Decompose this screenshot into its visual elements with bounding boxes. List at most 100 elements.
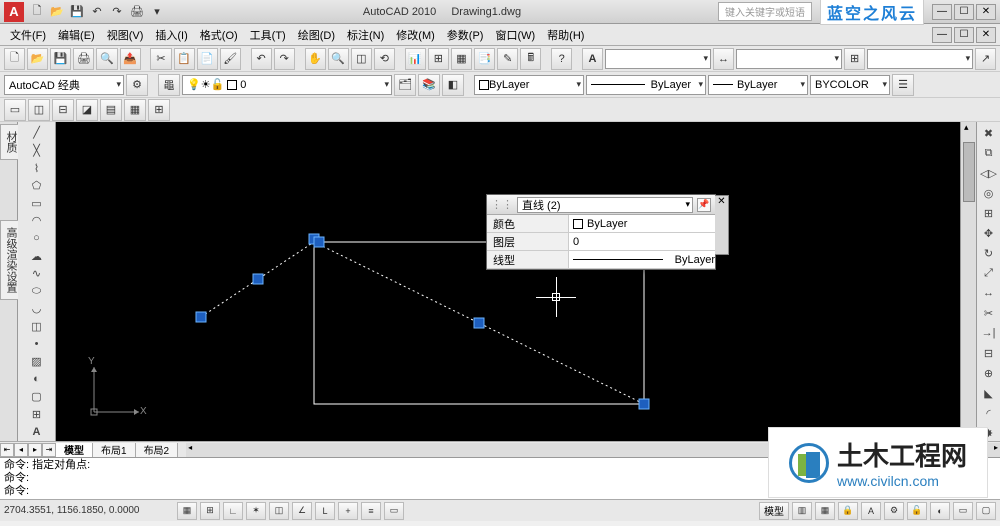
new-icon[interactable]: 🗋 <box>28 3 46 21</box>
break-tool[interactable]: ⊟ <box>980 345 998 361</box>
spline-tool[interactable]: ∿ <box>28 265 46 283</box>
xline-tool[interactable]: ╳ <box>28 142 46 160</box>
layer-manager-button[interactable]: 黽 <box>158 74 180 96</box>
tablestyle-dropdown[interactable] <box>867 49 973 69</box>
designcenter-button[interactable]: ⊞ <box>428 48 449 70</box>
help-button[interactable]: ? <box>551 48 572 70</box>
copy-tool[interactable]: ⧉ <box>980 146 998 162</box>
menu-file[interactable]: 文件(F) <box>4 25 52 45</box>
menu-window[interactable]: 窗口(W) <box>489 25 541 45</box>
preview-button[interactable]: 🔍 <box>96 48 117 70</box>
menu-edit[interactable]: 编辑(E) <box>52 25 101 45</box>
layer-iso-button[interactable]: ◧ <box>442 74 464 96</box>
ortho-toggle[interactable]: ∟ <box>223 502 243 520</box>
linetype-dropdown[interactable]: ByLayer <box>586 75 706 95</box>
osnap-toggle[interactable]: ◫ <box>269 502 289 520</box>
polyline-tool[interactable]: ⌇ <box>28 159 46 177</box>
dyn-toggle[interactable]: + <box>338 502 358 520</box>
isolate-icon[interactable]: ▭ <box>953 502 973 520</box>
zoom-window-button[interactable]: ◫ <box>351 48 372 70</box>
plotstyle-dropdown[interactable]: BYCOLOR <box>810 75 890 95</box>
dimstyle-dropdown[interactable] <box>736 49 842 69</box>
external-tab-icon[interactable]: ⊟ <box>52 99 74 121</box>
coordinates[interactable]: 2704.3551, 1156.1850, 0.0000 <box>4 505 174 516</box>
fillet-tool[interactable]: ◜ <box>980 405 998 421</box>
revcloud-tool[interactable]: ☁ <box>28 247 46 265</box>
sheet-button[interactable]: 📑 <box>474 48 495 70</box>
tab-model[interactable]: 模型 <box>56 443 93 457</box>
rotate-tool[interactable]: ↻ <box>980 246 998 262</box>
extend-tool[interactable]: →| <box>980 325 998 341</box>
panel-titlebar[interactable]: ⋮⋮ 直线 (2) 📌 <box>487 195 715 215</box>
ellipse-arc-tool[interactable]: ◡ <box>28 300 46 318</box>
maximize-button[interactable]: ☐ <box>954 4 974 20</box>
text-tool[interactable]: A <box>28 423 46 441</box>
annoscale-icon[interactable]: 🔒 <box>838 502 858 520</box>
prop-tab-icon[interactable]: ▭ <box>4 99 26 121</box>
table-style-icon[interactable]: ⊞ <box>844 48 865 70</box>
text-style-icon[interactable]: A <box>582 48 603 70</box>
undo-icon[interactable]: ↶ <box>88 3 106 21</box>
calc-button[interactable]: 🖩 <box>520 48 541 70</box>
model-space-button[interactable]: 模型 <box>759 502 789 520</box>
lwt-toggle[interactable]: ≡ <box>361 502 381 520</box>
mirror-tool[interactable]: ◁▷ <box>980 166 998 182</box>
rectangle-tool[interactable]: ▭ <box>28 194 46 212</box>
prop-value-color[interactable]: ByLayer <box>569 218 715 230</box>
menu-dim[interactable]: 标注(N) <box>341 25 390 45</box>
drawing-canvas[interactable]: X Y ⋮⋮ 直线 (2) 📌 ✕ 颜色 ByLayer 图层 <box>56 122 960 441</box>
close-button[interactable]: ✕ <box>976 4 996 20</box>
ssm-tab-icon[interactable]: ◪ <box>76 99 98 121</box>
lineweight-dropdown[interactable]: ByLayer <box>708 75 808 95</box>
trim-tool[interactable]: ✂ <box>980 305 998 321</box>
chamfer-tool[interactable]: ◣ <box>980 385 998 401</box>
infocenter-search[interactable]: 键入关键字或短语 <box>718 2 812 21</box>
grid-toggle[interactable]: ⊞ <box>200 502 220 520</box>
menu-insert[interactable]: 插入(I) <box>149 25 193 45</box>
paste-button[interactable]: 📄 <box>197 48 218 70</box>
grip-icon[interactable]: ⋮⋮ <box>491 198 513 211</box>
menu-view[interactable]: 视图(V) <box>101 25 150 45</box>
zoom-button[interactable]: 🔍 <box>328 48 349 70</box>
menu-format[interactable]: 格式(O) <box>194 25 244 45</box>
menu-draw[interactable]: 绘图(D) <box>292 25 341 45</box>
layer-state-button[interactable]: 📚 <box>418 74 440 96</box>
prop-value-linetype[interactable]: ByLayer <box>569 254 715 266</box>
dim-style-icon[interactable]: ↔ <box>713 48 734 70</box>
gradient-tool[interactable]: ◐ <box>28 371 46 389</box>
ribbon-tab-icon[interactable]: ▤ <box>100 99 122 121</box>
last-tab-icon[interactable]: ⇥ <box>42 443 56 457</box>
join-tool[interactable]: ⊕ <box>980 365 998 381</box>
table-tool[interactable]: ⊞ <box>28 406 46 424</box>
qview-layouts-icon[interactable]: ▥ <box>792 502 812 520</box>
qat-dropdown-icon[interactable]: ▾ <box>148 3 166 21</box>
open-button[interactable]: 📂 <box>27 48 48 70</box>
first-tab-icon[interactable]: ⇤ <box>0 443 14 457</box>
toolbar-lock-icon[interactable]: 🔓 <box>907 502 927 520</box>
polar-toggle[interactable]: ✶ <box>246 502 266 520</box>
region-tool[interactable]: ▢ <box>28 388 46 406</box>
redo-button[interactable]: ↷ <box>274 48 295 70</box>
scale-tool[interactable]: ⤢ <box>980 266 998 282</box>
object-type-combo[interactable]: 直线 (2) <box>517 197 693 213</box>
cut-button[interactable]: ✂ <box>150 48 171 70</box>
vertical-scrollbar[interactable] <box>960 122 976 441</box>
qview-drawings-icon[interactable]: ▦ <box>815 502 835 520</box>
workspace-settings-icon[interactable]: ⚙ <box>126 74 148 96</box>
app-icon[interactable]: A <box>4 2 24 22</box>
match-button[interactable]: 🖌 <box>220 48 241 70</box>
minimize-button[interactable]: — <box>932 4 952 20</box>
next-tab-icon[interactable]: ▸ <box>28 443 42 457</box>
snap-toggle[interactable]: ▦ <box>177 502 197 520</box>
hardware-icon[interactable]: ◐ <box>930 502 950 520</box>
redo-icon[interactable]: ↷ <box>108 3 126 21</box>
pin-icon[interactable]: 📌 <box>697 198 711 212</box>
print-icon[interactable]: 🖨 <box>128 3 146 21</box>
hatch-tool[interactable]: ▨ <box>28 353 46 371</box>
menu-tools[interactable]: 工具(T) <box>244 25 292 45</box>
annovis-icon[interactable]: A <box>861 502 881 520</box>
tab-layout1[interactable]: 布局1 <box>93 443 136 457</box>
menu-help[interactable]: 帮助(H) <box>541 25 590 45</box>
array-tool[interactable]: ⊞ <box>980 206 998 222</box>
doc-minimize-button[interactable]: — <box>932 27 952 43</box>
